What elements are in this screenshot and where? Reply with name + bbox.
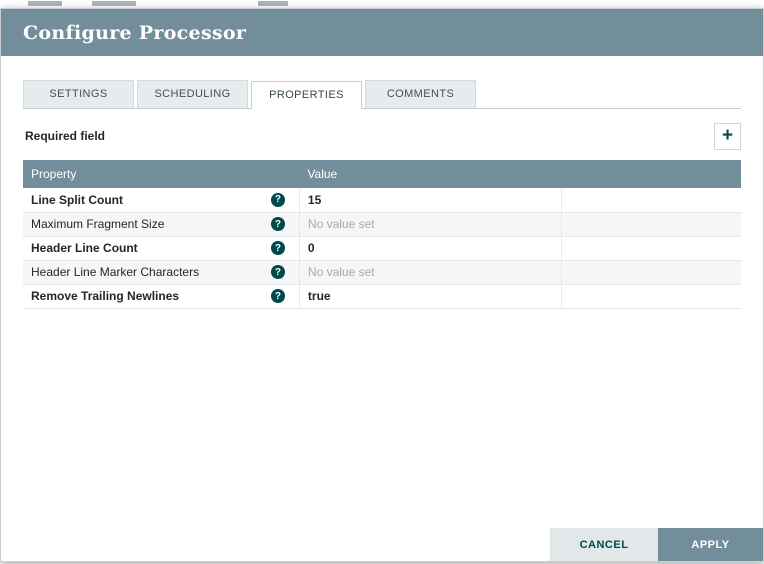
property-value[interactable]: true bbox=[299, 284, 561, 308]
question-circle-icon[interactable]: ? bbox=[271, 241, 285, 255]
row-actions-cell bbox=[561, 260, 741, 284]
page-background: Configure Processor SETTINGS SCHEDULING … bbox=[0, 0, 764, 564]
table-header-row: Property Value bbox=[23, 160, 741, 188]
property-name: Header Line Count bbox=[31, 241, 138, 255]
tab-comments[interactable]: COMMENTS bbox=[365, 80, 476, 108]
tab-bar: SETTINGS SCHEDULING PROPERTIES COMMENTS bbox=[23, 80, 741, 109]
table-row[interactable]: Header Line Marker Characters ? No value… bbox=[23, 260, 741, 284]
column-header-property: Property bbox=[23, 160, 299, 188]
property-value[interactable]: 15 bbox=[299, 188, 561, 212]
properties-table: Property Value Line Split Count ? 15 bbox=[23, 160, 741, 309]
question-circle-icon[interactable]: ? bbox=[271, 289, 285, 303]
tab-scheduling[interactable]: SCHEDULING bbox=[137, 80, 248, 108]
tab-properties[interactable]: PROPERTIES bbox=[251, 81, 362, 109]
question-circle-icon[interactable]: ? bbox=[271, 265, 285, 279]
plus-icon: + bbox=[722, 126, 733, 145]
column-header-value: Value bbox=[299, 160, 561, 188]
background-page-fragment bbox=[92, 1, 136, 6]
property-name: Line Split Count bbox=[31, 193, 123, 207]
question-circle-icon[interactable]: ? bbox=[271, 193, 285, 207]
question-circle-icon[interactable]: ? bbox=[271, 217, 285, 231]
row-actions-cell bbox=[561, 188, 741, 212]
property-value[interactable]: No value set bbox=[299, 260, 561, 284]
dialog-body: SETTINGS SCHEDULING PROPERTIES COMMENTS … bbox=[1, 80, 763, 309]
tab-settings[interactable]: SETTINGS bbox=[23, 80, 134, 108]
properties-toolbar: Required field + bbox=[23, 122, 741, 150]
column-header-empty bbox=[561, 160, 741, 188]
row-actions-cell bbox=[561, 236, 741, 260]
table-row[interactable]: Header Line Count ? 0 bbox=[23, 236, 741, 260]
table-row[interactable]: Line Split Count ? 15 bbox=[23, 188, 741, 212]
dialog-title: Configure Processor bbox=[23, 22, 246, 44]
table-row[interactable]: Maximum Fragment Size ? No value set bbox=[23, 212, 741, 236]
required-field-label: Required field bbox=[23, 129, 105, 143]
apply-button[interactable]: APPLY bbox=[658, 528, 763, 561]
property-value[interactable]: 0 bbox=[299, 236, 561, 260]
background-page-fragment bbox=[258, 1, 288, 6]
add-property-button[interactable]: + bbox=[714, 123, 741, 150]
property-name: Maximum Fragment Size bbox=[31, 217, 164, 231]
cancel-button[interactable]: CANCEL bbox=[550, 528, 658, 561]
property-name: Remove Trailing Newlines bbox=[31, 289, 179, 303]
row-actions-cell bbox=[561, 284, 741, 308]
dialog-footer-buttons: CANCEL APPLY bbox=[550, 528, 763, 561]
dialog-header: Configure Processor bbox=[1, 9, 763, 56]
table-row[interactable]: Remove Trailing Newlines ? true bbox=[23, 284, 741, 308]
property-name: Header Line Marker Characters bbox=[31, 265, 199, 279]
row-actions-cell bbox=[561, 212, 741, 236]
background-page-fragment bbox=[28, 1, 62, 6]
property-value[interactable]: No value set bbox=[299, 212, 561, 236]
configure-processor-dialog: Configure Processor SETTINGS SCHEDULING … bbox=[0, 8, 764, 562]
